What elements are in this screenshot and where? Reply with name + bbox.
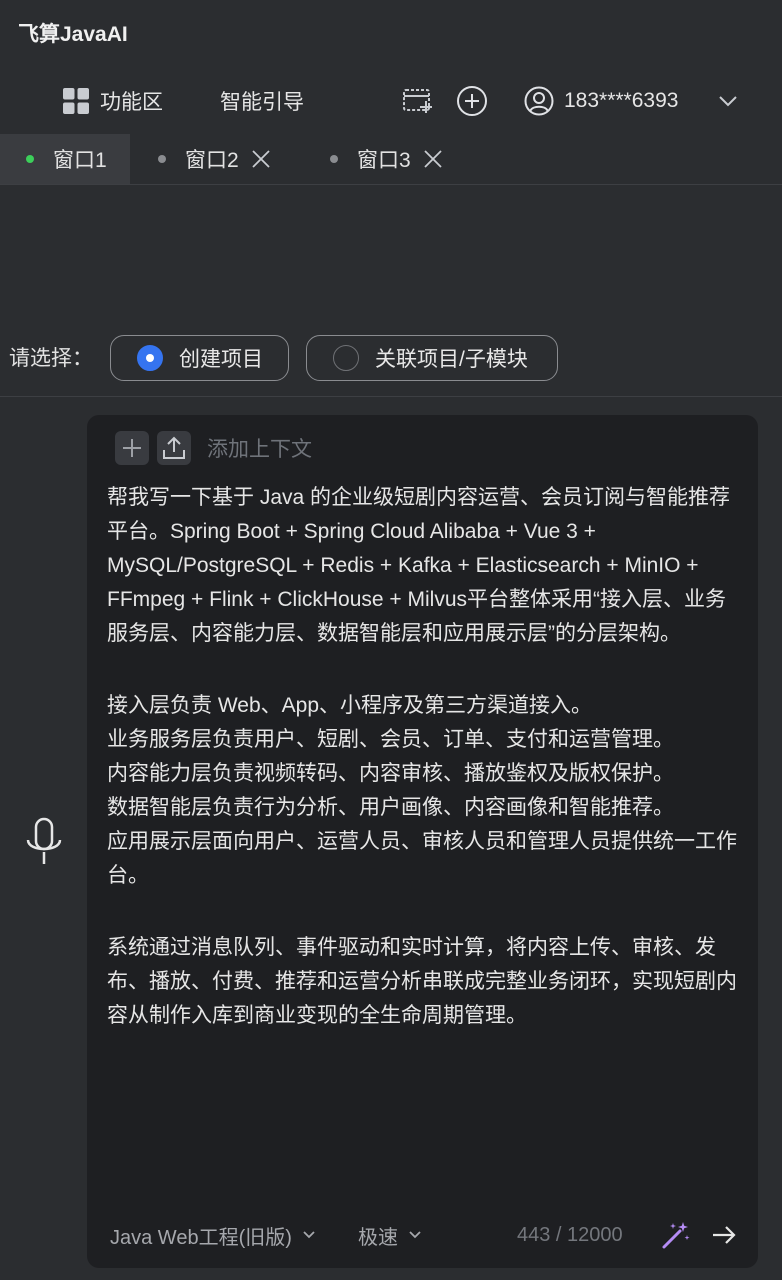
new-window-icon [403, 89, 432, 113]
toolbar: 功能区 智能引导 183****6393 [0, 78, 782, 124]
project-select-row: 请选择： 创建项目 关联项目/子模块 [0, 334, 782, 384]
close-icon[interactable] [251, 149, 271, 169]
grid-icon [63, 88, 89, 114]
create-project-option[interactable]: 创建项目 [110, 335, 289, 381]
tab-window-3[interactable]: 窗口3 [330, 134, 443, 184]
user-account-button[interactable]: 183****6393 [524, 78, 678, 124]
plus-icon [123, 439, 141, 457]
speed-mode-dropdown[interactable]: 极速 [358, 1217, 422, 1253]
magic-wand-icon [662, 1222, 690, 1249]
tab-label: 窗口3 [357, 149, 411, 172]
smart-guide-label: 智能引导 [220, 91, 304, 114]
radio-unselected-icon [333, 345, 359, 371]
prompt-line: 内容能力层负责视频转码、内容审核、播放鉴权及版权保护。 [107, 762, 674, 785]
arrow-right-icon [713, 1226, 736, 1244]
features-label: 功能区 [100, 91, 163, 114]
add-context-label: 添加上下文 [207, 438, 312, 461]
app-title: 飞算JavaAI [18, 23, 128, 46]
link-project-label: 关联项目/子模块 [375, 348, 528, 371]
plus-circle-icon [457, 86, 487, 116]
features-button[interactable]: 功能区 [62, 78, 163, 124]
new-window-button[interactable] [402, 78, 434, 124]
prompt-line: 数据智能层负责行为分析、用户画像、内容画像和智能推荐。 [107, 796, 674, 819]
divider [0, 396, 782, 397]
prompt-line: 接入层负责 Web、App、小程序及第三方渠道接入。 [107, 694, 592, 717]
chevron-down-icon [719, 96, 737, 107]
tab-label: 窗口1 [53, 149, 107, 172]
inactive-indicator-dot [158, 155, 166, 163]
inactive-indicator-dot [330, 155, 338, 163]
radio-selected-icon [137, 345, 163, 371]
tab-window-1[interactable]: 窗口1 [0, 134, 130, 184]
tab-label: 窗口2 [185, 149, 239, 172]
user-phone: 183****6393 [564, 89, 679, 112]
speed-mode-label: 极速 [358, 1226, 398, 1249]
prompt-paragraph: 帮我写一下基于 Java 的企业级短剧内容运营、会员订阅与智能推荐平台。Spri… [107, 486, 731, 645]
prompt-line: 业务服务层负责用户、短剧、会员、订单、支付和运营管理。 [107, 728, 674, 751]
add-window-button[interactable] [456, 78, 488, 124]
chevron-down-icon [303, 1231, 315, 1239]
project-type-dropdown[interactable]: Java Web工程(旧版) [110, 1217, 316, 1253]
context-row: 添加上下文 [115, 431, 312, 465]
upload-context-button[interactable] [157, 431, 191, 465]
add-context-button[interactable] [115, 431, 149, 465]
send-button[interactable] [710, 1217, 738, 1253]
prompt-textarea[interactable]: 帮我写一下基于 Java 的企业级短剧内容运营、会员订阅与智能推荐平台。Spri… [107, 481, 747, 1211]
create-project-label: 创建项目 [179, 348, 263, 371]
active-indicator-dot [26, 155, 34, 163]
char-count: 443 / 12000 [517, 1223, 623, 1246]
project-type-label: Java Web工程(旧版) [110, 1226, 292, 1249]
prompt-panel: 添加上下文 帮我写一下基于 Java 的企业级短剧内容运营、会员订阅与智能推荐平… [87, 415, 758, 1268]
microphone-icon[interactable] [24, 816, 64, 868]
prompt-footer: Java Web工程(旧版) 极速 443 / 12000 [87, 1217, 758, 1253]
account-menu-toggle[interactable] [716, 78, 740, 124]
window-tabs: 窗口1 窗口2 窗口3 [0, 134, 782, 185]
tab-window-2[interactable]: 窗口2 [158, 134, 271, 184]
close-icon[interactable] [423, 149, 443, 169]
chevron-down-icon [409, 1231, 421, 1239]
prompt-line: 应用展示层面向用户、运营人员、审核人员和管理人员提供统一工作台。 [107, 830, 737, 887]
select-label: 请选择： [9, 347, 93, 370]
upload-icon [163, 436, 185, 459]
optimize-prompt-button[interactable] [661, 1217, 691, 1253]
user-icon [524, 86, 554, 116]
link-project-option[interactable]: 关联项目/子模块 [306, 335, 558, 381]
prompt-paragraph: 系统通过消息队列、事件驱动和实时计算，将内容上传、审核、发布、播放、付费、推荐和… [107, 936, 737, 1027]
smart-guide-button[interactable]: 智能引导 [220, 78, 304, 124]
